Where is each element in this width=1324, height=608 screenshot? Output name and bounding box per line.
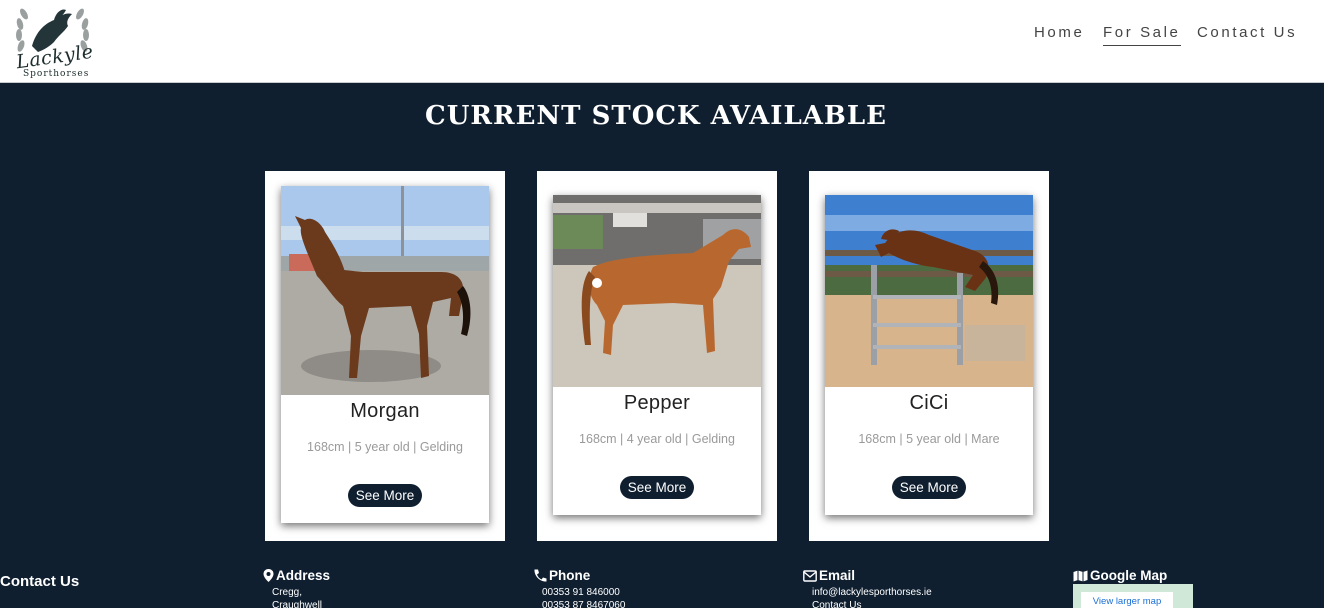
footer-email: Email info@lackylesporthorses.ie Contact… — [803, 568, 932, 608]
horse-card: Pepper 168cm | 4 year old | Gelding See … — [553, 195, 761, 515]
page-title: CURRENT STOCK AVAILABLE — [425, 101, 887, 131]
see-more-button[interactable]: See More — [891, 476, 967, 499]
horse-info: 168cm | 5 year old | Mare — [858, 432, 1000, 446]
horse-info: 168cm | 5 year old | Gelding — [307, 440, 463, 454]
horse-card: Morgan 168cm | 5 year old | Gelding See … — [281, 186, 489, 523]
email-address-link[interactable]: info@lackylesporthorses.ie — [812, 586, 932, 599]
phone-number-2[interactable]: 00353 87 8467060 — [542, 599, 625, 608]
footer-phone: Phone 00353 91 846000 00353 87 8467060 — [533, 568, 625, 608]
email-heading: Email — [819, 568, 856, 583]
address-heading: Address — [276, 568, 331, 583]
phone-number-1[interactable]: 00353 91 846000 — [542, 586, 625, 599]
email-contact-link[interactable]: Contact Us — [812, 599, 932, 608]
phone-heading: Phone — [549, 568, 591, 583]
map-heading: Google Map — [1090, 568, 1168, 583]
view-larger-map-link[interactable]: View larger map — [1081, 592, 1173, 608]
horse-info: 168cm | 4 year old | Gelding — [579, 432, 735, 446]
see-more-button[interactable]: See More — [619, 476, 695, 499]
footer-address: Address Cregg, Craughwell — [263, 568, 330, 608]
nav-for-sale[interactable]: For Sale — [1103, 24, 1181, 46]
see-more-button[interactable]: See More — [347, 484, 423, 507]
horse-photo-cici[interactable] — [825, 195, 1033, 387]
horse-photo-pepper[interactable] — [553, 195, 761, 387]
map-pin-icon — [263, 569, 274, 582]
map-icon — [1073, 570, 1088, 581]
phone-icon — [534, 569, 547, 582]
nav-home[interactable]: Home — [1034, 24, 1084, 46]
horse-card: CiCi 168cm | 5 year old | Mare See More — [825, 195, 1033, 515]
envelope-icon — [803, 569, 817, 582]
logo-subtitle: Sporthorses — [23, 69, 90, 79]
footer-map: Google Map — [1073, 568, 1167, 583]
lackyle-logo[interactable]: Lackyle Sporthorses — [10, 2, 96, 80]
site-header: Lackyle Sporthorses Home For Sale Contac… — [0, 0, 1324, 83]
horse-name: Pepper — [623, 392, 691, 414]
footer-title: Contact Us — [0, 573, 80, 590]
horse-name: Morgan — [350, 400, 420, 422]
horse-photo-morgan[interactable] — [281, 186, 489, 395]
horse-name: CiCi — [909, 392, 949, 414]
horse-card-frame: Morgan 168cm | 5 year old | Gelding See … — [265, 171, 505, 541]
horse-card-frame: Pepper 168cm | 4 year old | Gelding See … — [537, 171, 777, 541]
address-line-2: Craughwell — [272, 600, 323, 608]
address-line-1: Cregg, — [272, 587, 303, 598]
horse-card-frame: CiCi 168cm | 5 year old | Mare See More — [809, 171, 1049, 541]
nav-contact-us[interactable]: Contact Us — [1197, 24, 1297, 46]
google-map-embed[interactable]: View larger map — [1073, 584, 1193, 608]
